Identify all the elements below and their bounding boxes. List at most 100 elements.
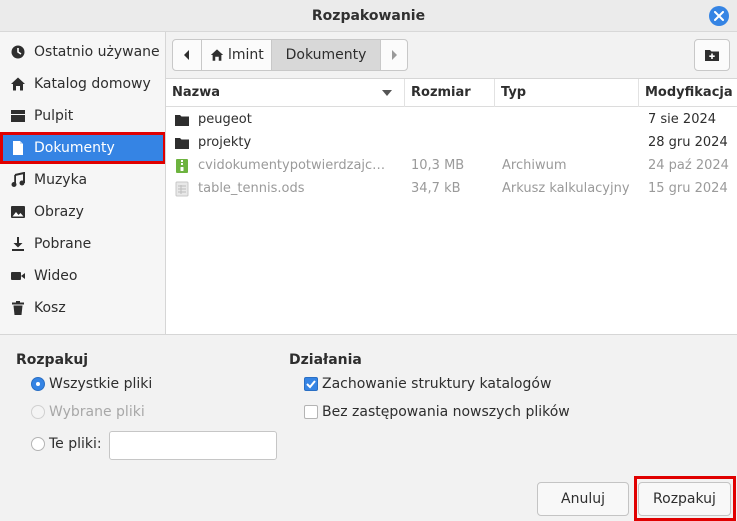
file-name: cvidokumentypotwierdzajc…	[198, 158, 386, 173]
radio-these-files[interactable]: Te pliki:	[31, 436, 102, 452]
path-bar: lmint Dokumenty	[166, 32, 737, 78]
table-row[interactable]: table_tennis.ods 34,7 kB Arkusz kalkulac…	[166, 177, 737, 200]
file-modified: 24 paź 2024	[648, 158, 729, 173]
image-icon	[10, 204, 26, 220]
file-name: projekty	[198, 135, 252, 150]
radio-label: Te pliki:	[49, 436, 102, 452]
sidebar-item-label: Pobrane	[34, 236, 92, 252]
folder-icon	[174, 135, 190, 151]
sidebar-item-pictures[interactable]: Obrazy	[0, 196, 165, 228]
path-segment-home[interactable]: lmint	[201, 39, 272, 71]
sidebar-item-label: Muzyka	[34, 172, 88, 188]
sidebar-item-desktop[interactable]: Pulpit	[0, 100, 165, 132]
checkbox[interactable]	[304, 377, 318, 391]
music-icon	[10, 172, 26, 188]
radio-selected-files[interactable]: Wybrane pliki	[31, 404, 145, 420]
checkbox-label: Zachowanie struktury katalogów	[322, 376, 552, 392]
column-label: Typ	[501, 85, 527, 100]
new-folder-button[interactable]	[694, 39, 730, 71]
actions-heading: Działania	[289, 352, 362, 368]
sidebar-item-label: Katalog domowy	[34, 76, 151, 92]
path-back-button[interactable]	[172, 39, 202, 71]
file-modified: 7 sie 2024	[648, 112, 717, 127]
table-row[interactable]: peugeot 7 sie 2024	[166, 108, 737, 131]
file-size: 10,3 MB	[411, 158, 465, 173]
path-segment-documents[interactable]: Dokumenty	[271, 39, 381, 71]
sidebar-item-label: Dokumenty	[34, 140, 115, 156]
sidebar-item-videos[interactable]: Wideo	[0, 260, 165, 292]
file-modified: 28 gru 2024	[648, 135, 728, 150]
column-header-size[interactable]: Rozmiar	[405, 79, 495, 107]
desktop-icon	[10, 108, 26, 124]
document-icon	[10, 140, 26, 156]
file-name: peugeot	[198, 112, 252, 127]
cancel-button[interactable]: Anuluj	[537, 482, 629, 516]
extract-heading: Rozpakuj	[16, 352, 89, 368]
close-button[interactable]	[709, 6, 729, 26]
file-name: table_tennis.ods	[198, 181, 305, 196]
sidebar-item-label: Kosz	[34, 300, 66, 316]
chevron-right-icon	[392, 50, 397, 60]
download-icon	[10, 236, 26, 252]
home-icon	[210, 49, 224, 61]
table-row[interactable]: projekty 28 gru 2024	[166, 131, 737, 154]
file-list: Nazwa Rozmiar Typ Modyfikacja peugeot 7 …	[166, 78, 737, 334]
extract-options-panel: Rozpakuj Wszystkie pliki Wybrane pliki T…	[0, 334, 737, 521]
home-icon	[10, 76, 26, 92]
path-segment-label: Dokumenty	[285, 47, 367, 63]
sidebar-item-home[interactable]: Katalog domowy	[0, 68, 165, 100]
archive-icon	[174, 158, 190, 174]
files-pattern-input[interactable]	[109, 431, 277, 460]
column-header-type[interactable]: Typ	[495, 79, 639, 107]
check-icon	[306, 380, 316, 389]
column-label: Nazwa	[172, 85, 221, 100]
path-segment-label: lmint	[228, 47, 264, 63]
radio-label: Wszystkie pliki	[49, 376, 153, 392]
sidebar-item-documents[interactable]: Dokumenty	[0, 132, 165, 164]
column-label: Rozmiar	[411, 85, 471, 100]
sidebar-item-label: Pulpit	[34, 108, 74, 124]
file-size: 34,7 kB	[411, 181, 461, 196]
sidebar-item-label: Obrazy	[34, 204, 84, 220]
chevron-left-icon	[184, 50, 189, 60]
window-title: Rozpakowanie	[311, 8, 426, 24]
radio-button[interactable]	[31, 377, 45, 391]
file-name-cell: cvidokumentypotwierdzajc…	[174, 154, 402, 177]
sort-down-icon	[382, 90, 392, 96]
extract-button[interactable]: Rozpakuj	[638, 482, 731, 516]
column-header-modified[interactable]: Modyfikacja	[639, 79, 737, 107]
new-folder-icon	[705, 50, 719, 61]
checkbox-keep-structure[interactable]: Zachowanie struktury katalogów	[304, 376, 551, 392]
file-name-cell: table_tennis.ods	[174, 177, 402, 200]
path-forward-button[interactable]	[380, 39, 408, 71]
video-icon	[10, 268, 26, 284]
checkbox-label: Bez zastępowania nowszych plików	[322, 404, 570, 420]
sidebar-item-music[interactable]: Muzyka	[0, 164, 165, 196]
file-name-cell: projekty	[174, 131, 402, 154]
sidebar-item-label: Wideo	[34, 268, 78, 284]
checkbox[interactable]	[304, 405, 318, 419]
column-header-name[interactable]: Nazwa	[166, 79, 405, 107]
close-icon	[714, 11, 724, 21]
sidebar-item-recent[interactable]: Ostatnio używane	[0, 36, 165, 68]
file-list-header: Nazwa Rozmiar Typ Modyfikacja	[166, 79, 737, 107]
table-row[interactable]: cvidokumentypotwierdzajc… 10,3 MB Archiw…	[166, 154, 737, 177]
radio-all-files[interactable]: Wszystkie pliki	[31, 376, 152, 392]
trash-icon	[10, 300, 26, 316]
folder-icon	[174, 112, 190, 128]
clock-icon	[10, 44, 26, 60]
column-label: Modyfikacja	[645, 85, 733, 100]
title-bar: Rozpakowanie	[0, 0, 737, 32]
radio-label: Wybrane pliki	[49, 404, 145, 420]
spreadsheet-icon	[174, 181, 190, 197]
file-modified: 15 gru 2024	[648, 181, 728, 196]
file-name-cell: peugeot	[174, 108, 402, 131]
radio-button[interactable]	[31, 405, 45, 419]
places-sidebar: Ostatnio używane Katalog domowy Pulpit D…	[0, 32, 166, 334]
file-type: Archiwum	[502, 158, 567, 173]
checkbox-no-overwrite[interactable]: Bez zastępowania nowszych plików	[304, 404, 570, 420]
sidebar-item-label: Ostatnio używane	[34, 44, 160, 60]
sidebar-item-trash[interactable]: Kosz	[0, 292, 165, 324]
radio-button[interactable]	[31, 437, 45, 451]
sidebar-item-downloads[interactable]: Pobrane	[0, 228, 165, 260]
